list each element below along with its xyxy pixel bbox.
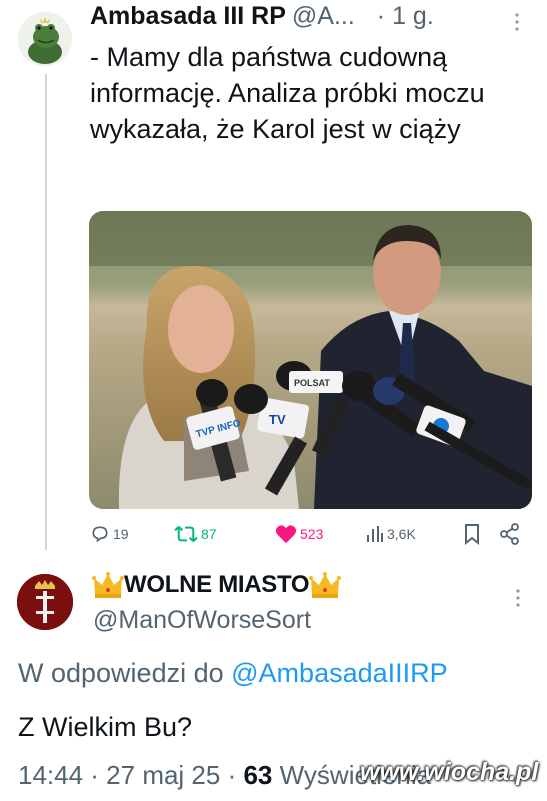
author-name: WOLNE MIASTO bbox=[124, 571, 310, 598]
crown-icon bbox=[309, 572, 342, 598]
frog-avatar-icon bbox=[18, 12, 72, 66]
site-watermark: www.wiocha.pl bbox=[360, 758, 539, 786]
city-crest-icon bbox=[17, 574, 73, 630]
press-conference-image: TVP INFO TV POLSAT bbox=[89, 211, 532, 509]
tweet-header: Ambasada III RP @A... · 1 g. bbox=[90, 2, 530, 36]
views-count: 3,6K bbox=[387, 526, 416, 542]
reply-context: W odpowiedzi do @AmbasadaIIIRP bbox=[18, 658, 448, 689]
heart-filled-icon bbox=[275, 525, 297, 544]
mic-label: TV bbox=[269, 412, 286, 427]
like-button[interactable]: 523 bbox=[275, 522, 323, 546]
tweet-timestamp[interactable]: 14:44 · 27 maj 25 · bbox=[18, 760, 243, 790]
tweet-time[interactable]: · 1 g. bbox=[377, 2, 434, 31]
more-options-icon[interactable] bbox=[513, 588, 523, 608]
mic-label: POLSAT bbox=[294, 378, 330, 388]
views-button[interactable]: 3,6K bbox=[366, 522, 416, 546]
more-options-icon[interactable] bbox=[512, 12, 522, 32]
author-name[interactable]: Ambasada III RP bbox=[90, 2, 286, 31]
avatar[interactable] bbox=[17, 574, 73, 630]
thread-connector-line bbox=[45, 74, 47, 550]
retweet-count: 87 bbox=[201, 526, 217, 542]
author-handle[interactable]: @ManOfWorseSort bbox=[93, 606, 311, 635]
bookmark-icon[interactable] bbox=[464, 522, 480, 546]
reply-to-label: W odpowiedzi do bbox=[18, 658, 224, 688]
tweet-text: Z Wielkim Bu? bbox=[18, 712, 193, 742]
reply-to-mention-link[interactable]: @AmbasadaIIIRP bbox=[231, 658, 448, 688]
reply-icon bbox=[92, 526, 108, 543]
reply-button[interactable]: 19 bbox=[90, 522, 129, 546]
retweet-button[interactable]: 87 bbox=[174, 522, 217, 546]
tweet-photo[interactable]: TVP INFO TV POLSAT bbox=[89, 211, 532, 509]
like-count: 523 bbox=[300, 526, 324, 542]
reply-count: 19 bbox=[113, 526, 129, 542]
views-count: 63 bbox=[243, 760, 273, 790]
author-name-row[interactable]: WOLNE MIASTO bbox=[92, 565, 342, 605]
avatar[interactable] bbox=[18, 12, 72, 66]
share-icon[interactable] bbox=[500, 522, 520, 546]
views-chart-icon bbox=[367, 526, 383, 542]
tweet-actions-bar: 19 87 523 3,6K bbox=[90, 520, 530, 550]
tweet-text: - Mamy dla państwa cudowną informację. A… bbox=[90, 42, 485, 144]
author-handle[interactable]: @A... bbox=[292, 2, 355, 31]
retweet-icon bbox=[174, 526, 198, 542]
crown-icon bbox=[92, 572, 124, 598]
